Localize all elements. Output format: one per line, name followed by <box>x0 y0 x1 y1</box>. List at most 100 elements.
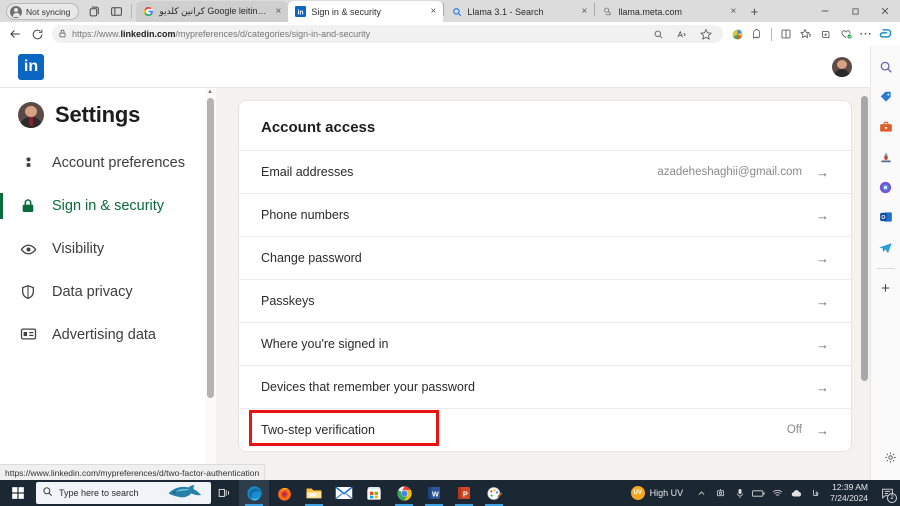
taskbar-app-edge[interactable] <box>239 480 269 506</box>
wifi-icon[interactable] <box>771 489 784 498</box>
task-view-button[interactable] <box>211 480 239 506</box>
tab-collections-icon[interactable] <box>84 2 104 20</box>
close-tab-icon[interactable]: × <box>579 6 589 17</box>
settings-row-change-password[interactable]: Change password → <box>239 236 851 279</box>
taskbar-app-firefox[interactable] <box>269 480 299 506</box>
tools-briefcase-icon[interactable] <box>874 114 898 140</box>
page-scrollbar[interactable] <box>859 88 870 480</box>
taskbar-app-mail[interactable] <box>329 480 359 506</box>
split-screen-icon[interactable] <box>776 23 796 45</box>
gear-icon[interactable] <box>878 444 900 470</box>
close-tab-icon[interactable]: × <box>428 6 438 17</box>
settings-row-where-youre-signed-in[interactable]: Where you're signed in → <box>239 322 851 365</box>
taskbar-app-file-explorer[interactable] <box>299 480 329 506</box>
add-collection-icon[interactable] <box>816 23 836 45</box>
clock[interactable]: 12:39 AM 7/24/2024 <box>830 482 868 504</box>
games-icon[interactable] <box>874 144 898 170</box>
outlook-icon[interactable]: O <box>874 204 898 230</box>
sidebar-item-account-preferences[interactable]: Account preferences <box>0 154 216 173</box>
settings-title-block: Settings <box>0 102 216 128</box>
notifications-button[interactable]: 2 <box>878 484 897 503</box>
read-aloud-icon[interactable] <box>671 23 693 45</box>
sidebar-item-label: Data privacy <box>52 284 133 300</box>
taskbar-app-powerpoint[interactable]: P <box>449 480 479 506</box>
telegram-icon[interactable] <box>874 234 898 260</box>
row-right: Off → <box>787 423 829 438</box>
copilot-icon[interactable] <box>874 174 898 200</box>
svg-text:W: W <box>432 489 439 498</box>
sidebar-item-data-privacy[interactable]: Data privacy <box>0 283 216 302</box>
row-label: Passkeys <box>261 294 315 308</box>
settings-row-two-step-verification[interactable]: Two-step verification Off → <box>239 408 851 451</box>
header-avatar[interactable] <box>832 56 852 77</box>
svg-text:in: in <box>298 9 304 16</box>
browser-tab-title: Sign in & security <box>311 6 381 17</box>
battery-icon[interactable] <box>752 489 765 498</box>
linkedin-logo-icon[interactable]: in <box>18 53 44 80</box>
add-sidebar-app-button[interactable]: + <box>874 275 898 301</box>
microphone-icon[interactable] <box>733 488 746 499</box>
browser-tab-active[interactable]: in Sign in & security × <box>288 1 444 22</box>
sync-status-pill[interactable]: Not syncing <box>6 3 80 20</box>
sidebar-item-advertising-data[interactable]: Advertising data <box>0 326 216 345</box>
edge-sidebar: O + <box>870 46 900 480</box>
settings-main: Account access Email addresses azadehesh… <box>216 88 870 480</box>
reload-icon[interactable] <box>26 23 48 45</box>
taskbar-app-word[interactable]: W <box>419 480 449 506</box>
address-bar[interactable]: https://www.linkedin.com/mypreferences/d… <box>52 25 723 43</box>
scrollbar-thumb[interactable] <box>861 96 868 381</box>
start-button[interactable] <box>0 480 36 506</box>
settings-row-passkeys[interactable]: Passkeys → <box>239 279 851 322</box>
favorite-star-icon[interactable] <box>695 23 717 45</box>
settings-row-devices-that-remember-your-password[interactable]: Devices that remember your password → <box>239 365 851 408</box>
shield-icon <box>18 284 38 300</box>
language-indicator[interactable]: فا <box>809 489 822 498</box>
sidebar-item-sign-in-and-security[interactable]: Sign in & security <box>0 193 216 219</box>
extension-colorful-icon[interactable] <box>727 23 747 45</box>
row-right: → <box>802 251 829 266</box>
browser-tab[interactable]: Llama 3.1 - Search × <box>444 1 594 22</box>
window-maximize-button[interactable] <box>840 0 870 22</box>
row-label: Devices that remember your password <box>261 380 475 394</box>
taskbar-app-microsoft-store[interactable] <box>359 480 389 506</box>
camera-privacy-icon[interactable] <box>714 488 727 498</box>
vertical-tabs-icon[interactable] <box>106 2 126 20</box>
taskbar-app-paint[interactable] <box>479 480 509 506</box>
shopping-tag-icon[interactable] <box>874 84 898 110</box>
settings-row-phone-numbers[interactable]: Phone numbers → <box>239 193 851 236</box>
search-input[interactable]: Type here to search <box>36 482 211 504</box>
lock-icon <box>18 198 38 214</box>
back-icon[interactable] <box>4 23 26 45</box>
window-minimize-button[interactable] <box>810 0 840 22</box>
window-close-button[interactable] <box>870 0 900 22</box>
sidebar-item-visibility[interactable]: Visibility <box>0 240 216 259</box>
close-tab-icon[interactable]: × <box>273 6 283 17</box>
collections-star-icon[interactable] <box>796 23 816 45</box>
close-tab-icon[interactable]: × <box>728 6 738 17</box>
settings-body: Settings Account preferences Sign in & s… <box>0 88 870 480</box>
search-icon <box>42 486 53 500</box>
browser-tab[interactable]: کرانین کلدیو Google leiting - pro × <box>136 1 289 22</box>
extension-ghost-icon[interactable] <box>747 23 767 45</box>
page-title: Settings <box>55 102 141 127</box>
sidebar-scrollbar[interactable]: ▲ ▼ <box>205 88 216 480</box>
new-tab-button[interactable]: + <box>743 1 765 21</box>
more-options-icon[interactable]: ⋯ <box>856 23 876 45</box>
browser-tab[interactable]: llama.meta.com × <box>595 1 743 22</box>
zoom-icon[interactable] <box>647 23 669 45</box>
onedrive-cloud-icon[interactable] <box>790 489 803 498</box>
scrollbar-thumb[interactable] <box>207 98 214 398</box>
show-hidden-icons-chevron-up-icon[interactable] <box>695 489 708 498</box>
browser-tab-title: llama.meta.com <box>618 6 682 17</box>
search-icon[interactable] <box>874 54 898 80</box>
linkedin-header: in <box>0 46 870 88</box>
settings-row-email-addresses[interactable]: Email addresses azadeheshaghii@gmail.com… <box>239 150 851 193</box>
chevron-right-icon: → <box>816 336 829 352</box>
scroll-up-icon[interactable]: ▲ <box>207 89 213 95</box>
browser-essentials-icon[interactable] <box>836 23 856 45</box>
copilot-icon[interactable] <box>876 23 896 45</box>
weather-widget[interactable]: UV High UV <box>630 486 683 500</box>
taskbar-app-chrome[interactable] <box>389 480 419 506</box>
avatar <box>18 102 44 128</box>
sidebar-item-label: Account preferences <box>52 155 185 171</box>
